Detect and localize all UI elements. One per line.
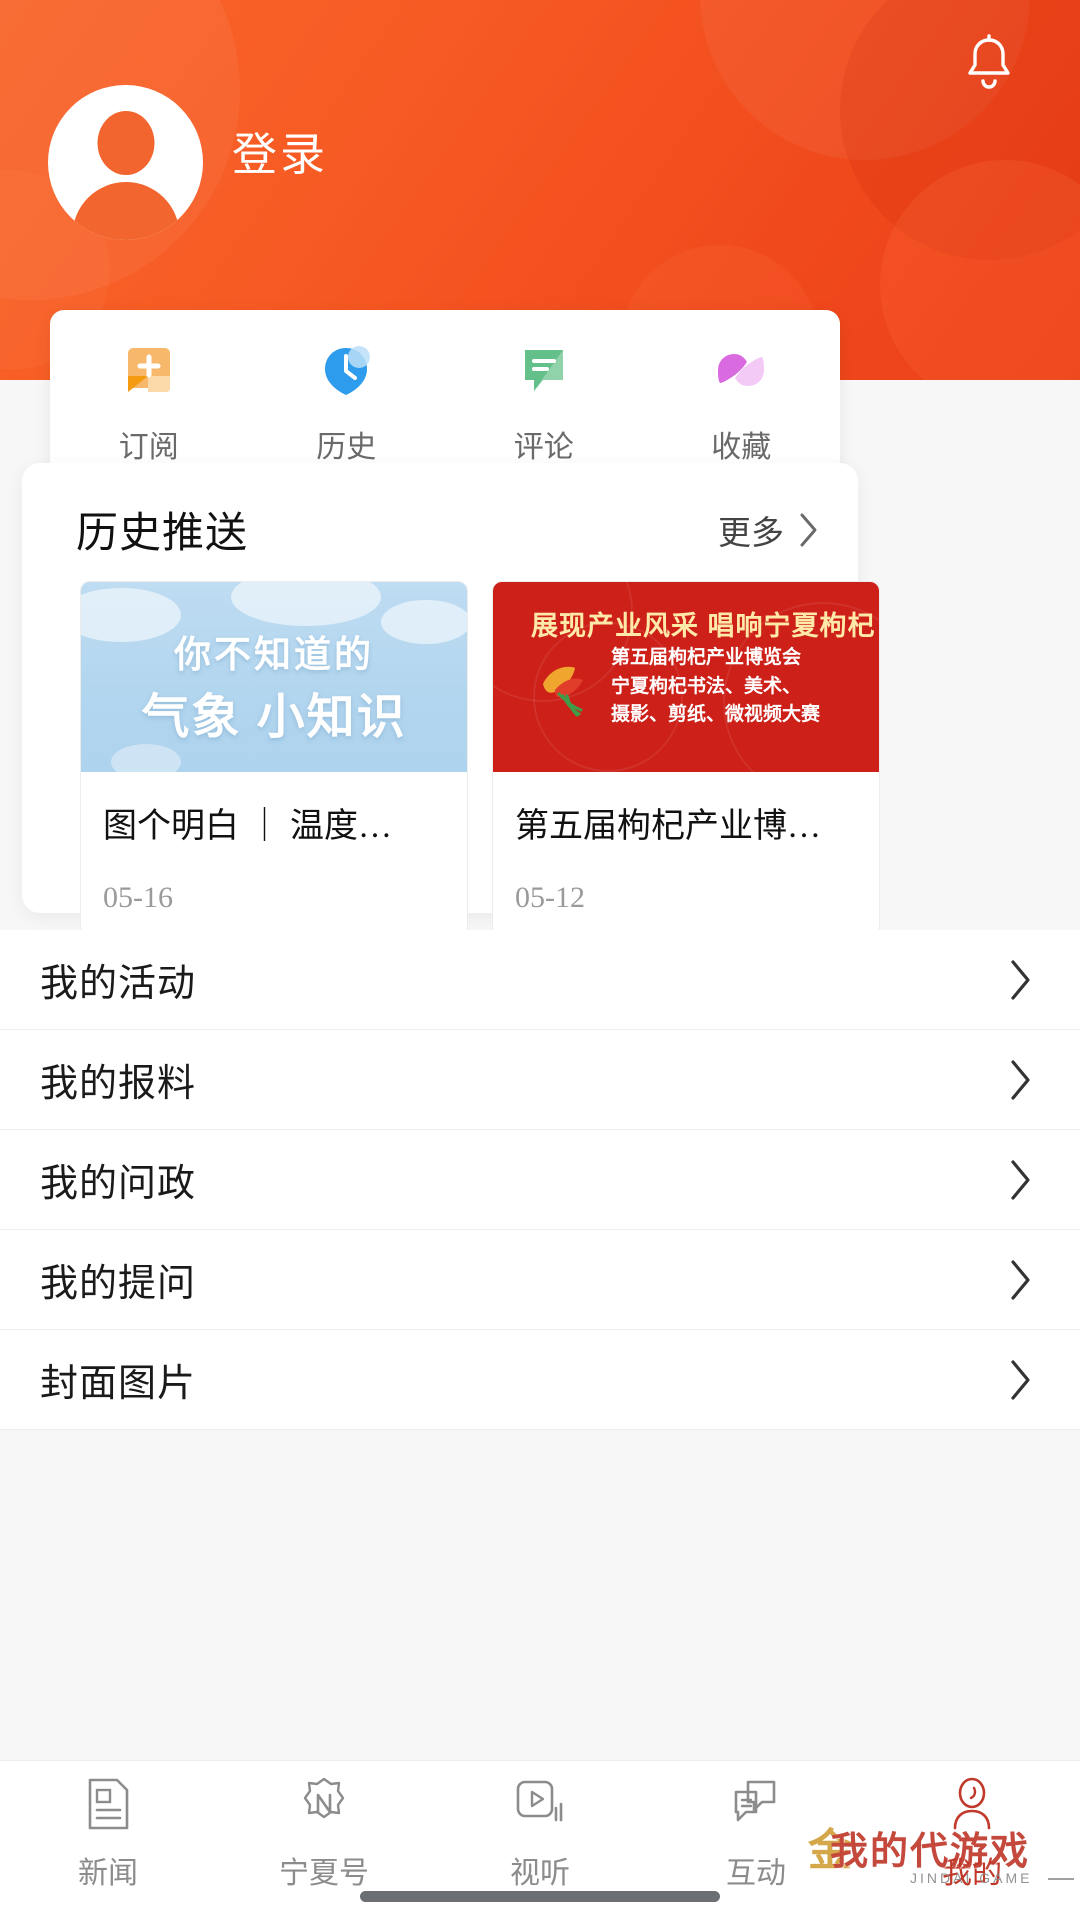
menu-item-my-tipoffs[interactable]: 我的报料 [0, 1030, 1080, 1130]
menu-item-label: 我的报料 [40, 1063, 197, 1105]
comment-icon [513, 340, 575, 402]
avatar[interactable] [48, 85, 203, 240]
tab-label: 互动 [726, 1856, 786, 1890]
history-push-header: 历史推送 更多 [76, 499, 820, 560]
home-indicator [360, 1891, 720, 1902]
menu-item-cover-image[interactable]: 封面图片 [0, 1330, 1080, 1430]
video-play-icon [516, 1780, 563, 1821]
thumbnail-subtext: 第五届枸杞产业博览会 [611, 647, 802, 668]
thumbnail-text-line2: 气象 小知识 [141, 691, 407, 744]
tab-profile[interactable]: 我的 [864, 1761, 1080, 1920]
tab-news[interactable]: 新闻 [0, 1761, 216, 1920]
cloud-shape [111, 744, 181, 772]
menu-item-label: 我的问政 [40, 1163, 197, 1205]
article-date: 05-16 [103, 881, 173, 914]
thumbnail-subtext: 摄影、剪纸、微视频大赛 [611, 704, 821, 725]
quick-action-label: 收藏 [711, 430, 772, 464]
quick-action-history[interactable]: 历史 [248, 340, 446, 466]
avatar-body-shape [72, 182, 179, 240]
ningxia-n-icon [303, 1777, 345, 1818]
quick-action-label: 评论 [513, 430, 574, 464]
quick-action-favorite[interactable]: 收藏 [643, 340, 841, 466]
history-article-card[interactable]: 你不知道的 气象 小知识 图个明白 ｜ 温度… 05-16 [80, 581, 468, 936]
history-article-list: 你不知道的 气象 小知识 图个明白 ｜ 温度… 05-16 展现产业风采 唱响宁… [80, 581, 880, 936]
subscribe-icon [118, 340, 180, 402]
profile-screen: 登录 订阅 历史 评论 收藏 历史推送 更多 你不知道的 气象 小知识 图个明白… [0, 0, 1080, 1920]
quick-action-comment[interactable]: 评论 [445, 340, 643, 466]
menu-item-my-activities[interactable]: 我的活动 [0, 930, 1080, 1030]
chevron-right-icon [1011, 1059, 1030, 1100]
menu-item-label: 我的提问 [40, 1263, 197, 1305]
menu-item-label: 封面图片 [40, 1363, 197, 1405]
chat-bubbles-icon [734, 1780, 776, 1821]
thumbnail-subtext-group: 第五届枸杞产业博览会 宁夏枸杞书法、美术、 摄影、剪纸、微视频大赛 [611, 644, 820, 730]
bottom-tab-bar: 新闻 宁夏号 视听 互动 我的 [0, 1760, 1080, 1920]
section-title: 历史推送 [76, 511, 249, 557]
article-title: 第五届枸杞产业博… [515, 808, 821, 845]
favorite-icon [710, 340, 772, 402]
bell-icon [968, 34, 1010, 89]
tab-label: 新闻 [78, 1856, 138, 1890]
avatar-head-shape [97, 111, 154, 175]
news-document-icon [88, 1778, 129, 1829]
chevron-right-icon [800, 513, 817, 546]
quick-action-label: 历史 [316, 430, 377, 464]
quick-action-subscribe[interactable]: 订阅 [50, 340, 248, 466]
chevron-right-icon [1011, 959, 1030, 1000]
goji-logo-icon [543, 666, 583, 717]
history-more-label: 更多 [718, 515, 784, 552]
thumbnail-subtext: 宁夏枸杞书法、美术、 [611, 675, 802, 697]
cloud-shape [231, 582, 381, 626]
history-clock-icon [315, 340, 377, 402]
login-button[interactable]: 登录 [232, 118, 328, 183]
profile-menu-list: 我的活动 我的报料 我的问政 我的提问 封面图片 [0, 930, 1080, 1430]
article-date: 05-12 [515, 881, 585, 914]
chevron-right-icon [1011, 1159, 1030, 1200]
chevron-right-icon [1011, 1259, 1030, 1300]
tab-label: 宁夏号 [279, 1856, 369, 1890]
article-thumbnail: 展现产业风采 唱响宁夏枸杞 第五届枸杞产业博览会 宁夏枸杞书法、美术、 摄影、剪… [493, 582, 879, 772]
history-more-button[interactable]: 更多 [718, 506, 820, 554]
tab-label: 我的 [942, 1856, 1002, 1890]
profile-person-icon [953, 1777, 991, 1829]
article-title: 图个明白 ｜ 温度… [103, 808, 392, 845]
thumbnail-headline: 展现产业风采 唱响宁夏枸杞 [531, 611, 876, 641]
tab-label: 视听 [510, 1856, 570, 1890]
menu-item-my-questions[interactable]: 我的提问 [0, 1230, 1080, 1330]
quick-action-label: 订阅 [118, 430, 179, 464]
history-push-card: 历史推送 更多 你不知道的 气象 小知识 图个明白 ｜ 温度… 05-16 展现… [22, 463, 880, 936]
history-article-card[interactable]: 展现产业风采 唱响宁夏枸杞 第五届枸杞产业博览会 宁夏枸杞书法、美术、 摄影、剪… [492, 581, 880, 936]
menu-item-my-government-inquiry[interactable]: 我的问政 [0, 1130, 1080, 1230]
article-thumbnail: 你不知道的 气象 小知识 [81, 582, 467, 772]
thumbnail-text-line1: 你不知道的 [174, 634, 374, 675]
menu-item-label: 我的活动 [40, 963, 197, 1005]
chevron-right-icon [1011, 1359, 1030, 1400]
notification-bell-button[interactable] [953, 28, 1025, 100]
